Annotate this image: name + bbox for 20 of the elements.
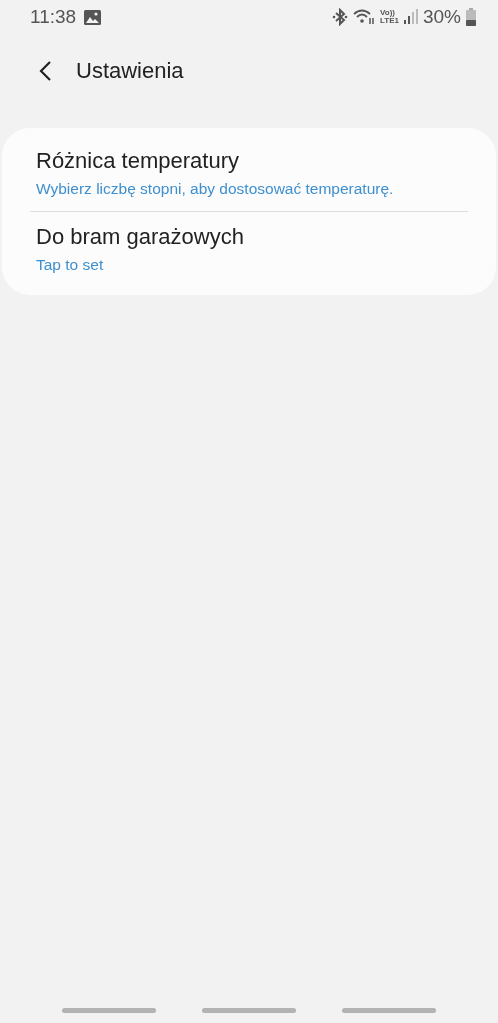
battery-icon <box>466 8 476 26</box>
clock: 11:38 <box>30 6 77 28</box>
setting-title: Do bram garażowych <box>36 224 245 250</box>
setting-summary: Wybierz liczbę stopni, aby dostosować temperaturę. <box>36 180 395 198</box>
gallery-icon <box>84 9 102 25</box>
volte-label: Vo)) <box>380 9 395 17</box>
setting-title: Różnica temperatury <box>36 148 240 174</box>
bluetooth-icon <box>332 8 348 26</box>
signal-icon <box>403 9 418 25</box>
gesture-hint[interactable] <box>342 1008 436 1013</box>
back-icon[interactable] <box>38 60 52 82</box>
battery-percent: 30% <box>422 6 461 28</box>
gesture-hint[interactable] <box>62 1008 156 1013</box>
page-title: Ustawienia <box>76 58 184 84</box>
gesture-hint[interactable] <box>202 1008 296 1013</box>
wifi-icon <box>353 9 375 25</box>
settings-item[interactable]: Do bram garażowych Tap to set <box>2 212 496 287</box>
settings-item[interactable]: Różnica temperatury Wybierz liczbę stopni, aby dostosować temperaturę. <box>2 136 496 211</box>
lte-label: LTE1 <box>380 17 399 25</box>
setting-summary: Tap to set <box>36 256 105 274</box>
